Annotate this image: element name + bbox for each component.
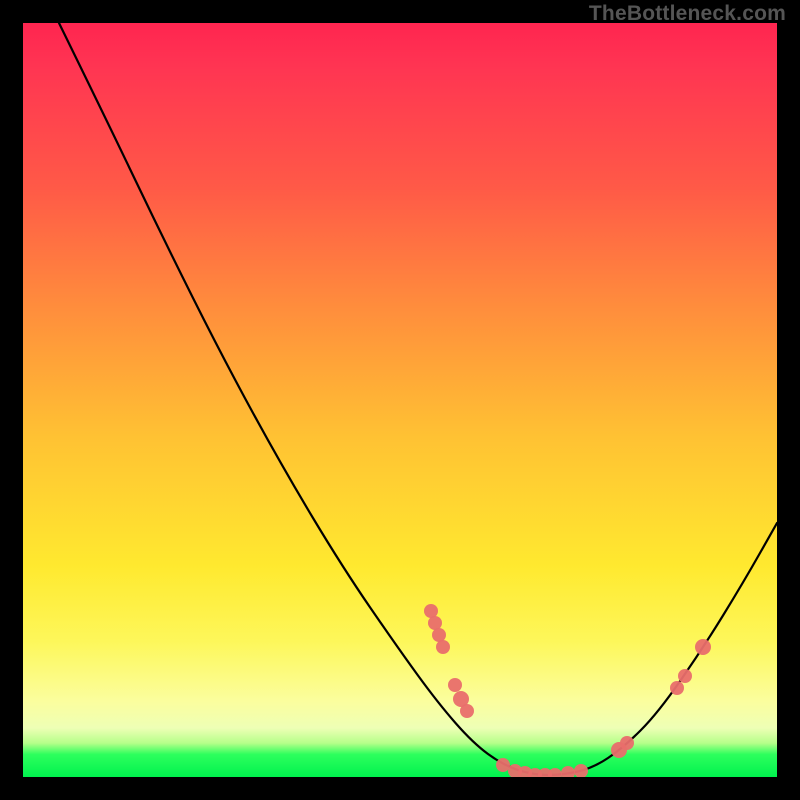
data-marker [678, 669, 692, 683]
data-marker [695, 639, 711, 655]
data-marker [460, 704, 474, 718]
chart-overlay-svg [23, 23, 777, 777]
plot-area [23, 23, 777, 777]
data-marker [620, 736, 634, 750]
data-marker [561, 766, 575, 777]
data-marker [432, 628, 446, 642]
data-marker [574, 764, 588, 777]
data-marker [670, 681, 684, 695]
data-marker [428, 616, 442, 630]
data-marker [436, 640, 450, 654]
data-marker [548, 768, 562, 777]
data-marker [496, 758, 510, 772]
data-marker [424, 604, 438, 618]
page-root: TheBottleneck.com [0, 0, 800, 800]
data-marker [448, 678, 462, 692]
data-markers [424, 604, 711, 777]
bottleneck-curve [59, 23, 777, 775]
watermark-text: TheBottleneck.com [589, 2, 786, 26]
